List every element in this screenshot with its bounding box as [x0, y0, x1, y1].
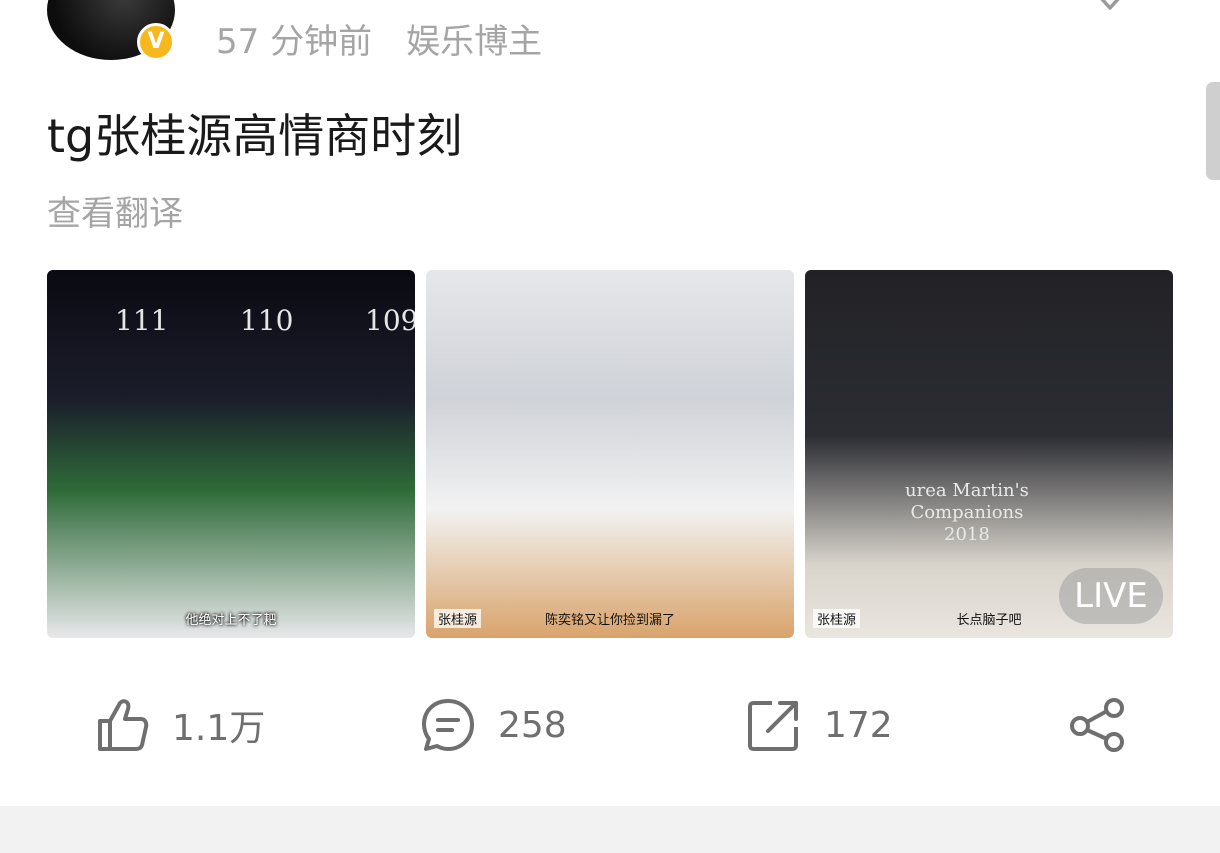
board-number: 111: [115, 304, 169, 337]
like-button[interactable]: 1.1万: [96, 690, 265, 760]
post-title: tg张桂源高情商时刻: [47, 109, 463, 163]
share-icon: [1070, 698, 1124, 752]
like-count: 1.1万: [172, 708, 266, 749]
chevron-down-icon[interactable]: [1088, 0, 1132, 20]
repost-button[interactable]: 172: [746, 690, 893, 760]
image-caption: 他绝对上不了耙: [185, 613, 277, 628]
share-button[interactable]: [1068, 690, 1148, 760]
shirt-print: urea Martin's Companions 2018: [905, 480, 1029, 545]
comment-icon: [422, 699, 474, 751]
comment-count: 258: [498, 704, 567, 746]
post-image-3[interactable]: urea Martin's Companions 2018 张桂源 长点脑子吧 …: [805, 270, 1173, 638]
post-image-1[interactable]: 111 110 109 他绝对上不了耙: [47, 270, 415, 638]
like-icon: [98, 699, 149, 751]
repost-count: 172: [824, 704, 893, 746]
verified-badge-icon: V: [137, 23, 175, 61]
repost-icon: [748, 701, 798, 751]
board-number: 110: [240, 304, 294, 337]
post-source: 娱乐博主: [406, 22, 543, 62]
comment-button[interactable]: 258: [420, 690, 567, 760]
action-bar: 1.1万 258 172: [0, 690, 1220, 760]
live-badge: LIVE: [1059, 568, 1163, 624]
translate-link[interactable]: 查看翻译: [47, 186, 183, 235]
post-meta: 57 分钟前 娱乐博主: [216, 14, 542, 63]
post-image-2[interactable]: 张桂源 陈奕铭又让你捡到漏了: [426, 270, 794, 638]
board-number: 109: [365, 304, 415, 337]
feed-divider: [0, 806, 1220, 853]
post-time: 57 分钟前: [216, 22, 373, 62]
image-caption: 陈奕铭又让你捡到漏了: [544, 613, 675, 628]
scrollbar[interactable]: [1206, 82, 1220, 180]
